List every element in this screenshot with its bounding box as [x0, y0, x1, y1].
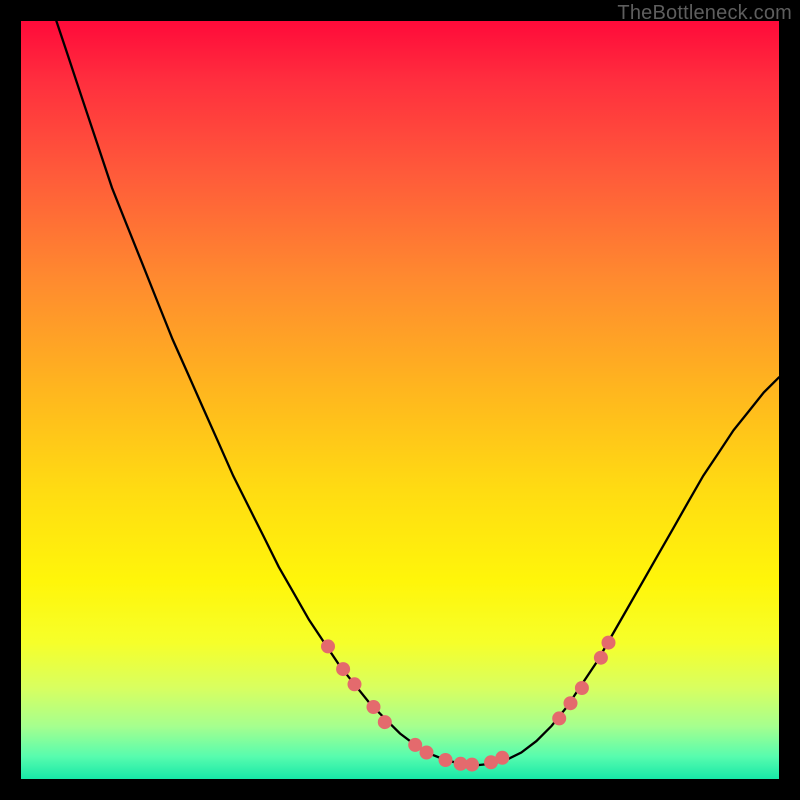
plot-area	[21, 21, 779, 779]
highlight-dot	[348, 677, 362, 691]
highlight-dot	[495, 751, 509, 765]
bottleneck-curve	[51, 21, 779, 765]
highlight-dot	[321, 639, 335, 653]
highlight-dot	[439, 753, 453, 767]
watermark-text: TheBottleneck.com	[617, 2, 792, 25]
highlight-dot	[465, 758, 479, 772]
highlight-dot	[602, 636, 616, 650]
highlight-dot	[378, 715, 392, 729]
highlight-markers	[321, 636, 616, 772]
highlight-dot	[367, 700, 381, 714]
chart-frame: TheBottleneck.com	[0, 0, 800, 800]
highlight-dot	[420, 746, 434, 760]
highlight-dot	[575, 681, 589, 695]
highlight-dot	[594, 651, 608, 665]
highlight-dot	[564, 696, 578, 710]
curve-layer	[21, 21, 779, 779]
highlight-dot	[336, 662, 350, 676]
highlight-dot	[552, 711, 566, 725]
